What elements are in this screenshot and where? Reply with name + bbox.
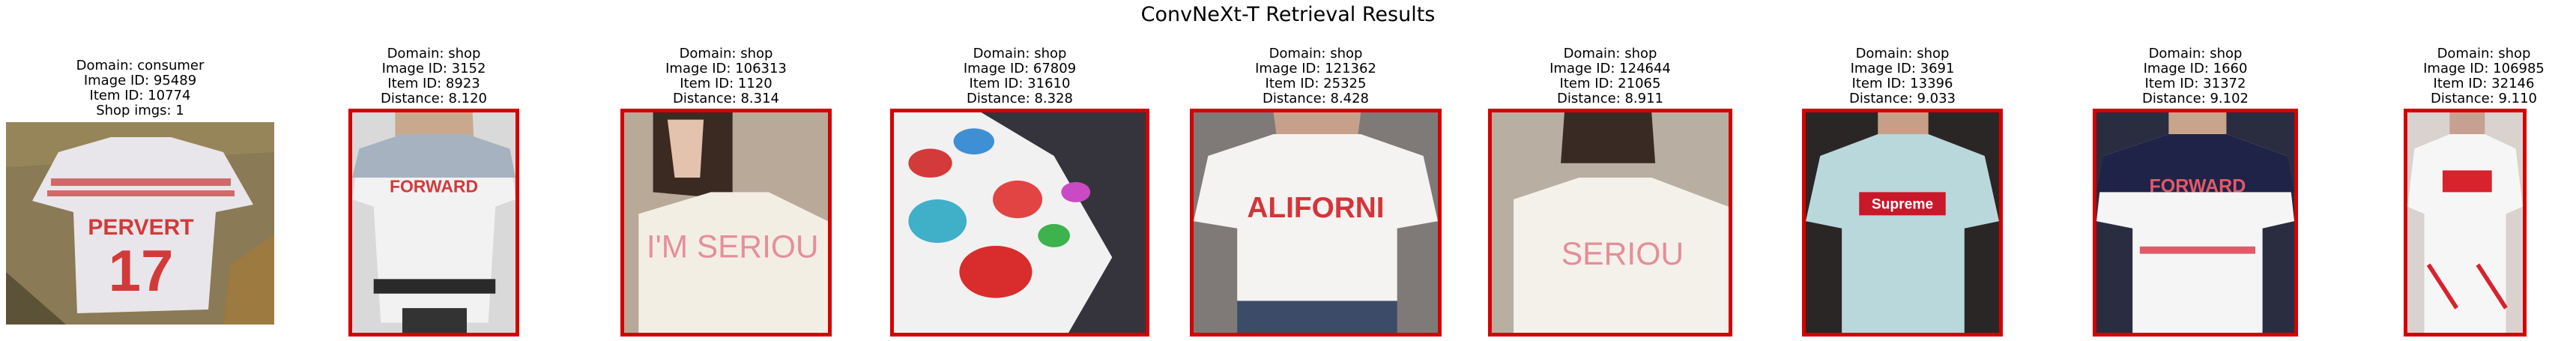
result-distance: Distance: 9.033 (1848, 91, 1956, 106)
result-image-id: Image ID: 3691 (1850, 61, 1955, 76)
result-image-id: Image ID: 106313 (665, 61, 787, 76)
result-image: Supreme (1802, 109, 2003, 337)
result-distance: Distance: 9.102 (2141, 91, 2249, 106)
result-image (890, 109, 1149, 337)
result-print-text: SERIOU (1561, 236, 1684, 272)
result-caption: Domain: shop Image ID: 106313 Item ID: 1… (619, 46, 833, 106)
result-item-id: Item ID: 25325 (1265, 76, 1367, 91)
result-domain: Domain: shop (1563, 46, 1657, 61)
result-domain: Domain: shop (973, 46, 1067, 61)
result-domain: Domain: shop (387, 46, 481, 61)
query-domain: Domain: consumer (76, 58, 205, 73)
result-distance: Distance: 8.911 (1556, 91, 1664, 106)
result-image-id: Image ID: 121362 (1255, 61, 1376, 76)
result-image-id: Image ID: 1660 (2143, 61, 2248, 76)
result-distance: Distance: 9.110 (2430, 91, 2538, 106)
result-panel: Domain: shop Image ID: 1660 Item ID: 313… (2092, 0, 2299, 341)
result-distance: Distance: 8.314 (672, 91, 780, 106)
result-print-text: ALIFORNI (1247, 192, 1384, 224)
result-print-text: FORWARD (2149, 175, 2246, 196)
result-image-id: Image ID: 106985 (2423, 61, 2545, 76)
result-panel: Domain: shop Image ID: 106313 Item ID: 1… (619, 0, 833, 341)
result-item-id: Item ID: 31610 (969, 76, 1071, 91)
result-domain: Domain: shop (2148, 46, 2243, 61)
result-item-id: Item ID: 13396 (1851, 76, 1953, 91)
result-print-text: I'M SERIOU (647, 229, 819, 265)
result-image-id: Image ID: 124644 (1549, 61, 1671, 76)
result-print-text: Supreme (1872, 197, 1934, 213)
result-image: FORWARD (348, 109, 519, 337)
result-caption: Domain: shop Image ID: 1660 Item ID: 313… (2092, 46, 2299, 106)
result-image: SERIOU (1488, 109, 1732, 337)
result-distance: Distance: 8.120 (380, 91, 488, 106)
result-caption: Domain: shop Image ID: 121362 Item ID: 2… (1188, 46, 1443, 106)
result-image: ALIFORNI (1190, 109, 1442, 337)
result-print-text: FORWARD (390, 176, 478, 196)
result-image-id: Image ID: 67809 (963, 61, 1077, 76)
result-caption: Domain: shop Image ID: 106985 Item ID: 3… (2398, 46, 2570, 106)
result-panel: Domain: shop Image ID: 121362 Item ID: 2… (1188, 0, 1443, 341)
result-image: FORWARD (2093, 109, 2298, 337)
result-image-id: Image ID: 3152 (381, 61, 486, 76)
query-item-id: Item ID: 10774 (89, 88, 191, 103)
result-domain: Domain: shop (1269, 46, 1363, 61)
query-image: PERVERT 17 (6, 122, 274, 325)
query-panel: Domain: consumer Image ID: 95489 Item ID… (6, 0, 274, 341)
result-image (2404, 109, 2527, 337)
result-item-id: Item ID: 8923 (387, 76, 480, 91)
query-image-id: Image ID: 95489 (83, 73, 197, 88)
result-image: I'M SERIOU (620, 109, 832, 337)
result-caption: Domain: shop Image ID: 124644 Item ID: 2… (1487, 46, 1734, 106)
result-caption: Domain: shop Image ID: 67809 Item ID: 31… (889, 46, 1151, 106)
result-panel: Domain: shop Image ID: 106985 Item ID: 3… (2398, 0, 2570, 341)
result-caption: Domain: shop Image ID: 3152 Item ID: 892… (348, 46, 520, 106)
result-panel: Domain: shop Image ID: 3152 Item ID: 892… (348, 0, 520, 341)
result-distance: Distance: 8.428 (1262, 91, 1370, 106)
result-distance: Distance: 8.328 (966, 91, 1074, 106)
result-caption: Domain: shop Image ID: 3691 Item ID: 133… (1801, 46, 2004, 106)
result-domain: Domain: shop (2437, 46, 2531, 61)
query-print-number: 17 (109, 238, 174, 304)
result-domain: Domain: shop (1855, 46, 1950, 61)
result-item-id: Item ID: 1120 (680, 76, 773, 91)
result-item-id: Item ID: 31372 (2144, 76, 2246, 91)
result-domain: Domain: shop (679, 46, 773, 61)
query-print-word: PERVERT (88, 215, 193, 240)
query-caption: Domain: consumer Image ID: 95489 Item ID… (6, 58, 274, 118)
result-item-id: Item ID: 21065 (1559, 76, 1661, 91)
result-panel: Domain: shop Image ID: 3691 Item ID: 133… (1801, 0, 2004, 341)
query-shop-imgs: Shop imgs: 1 (96, 103, 184, 118)
result-panel: Domain: shop Image ID: 67809 Item ID: 31… (889, 0, 1151, 341)
result-item-id: Item ID: 32146 (2433, 76, 2535, 91)
result-panel: Domain: shop Image ID: 124644 Item ID: 2… (1487, 0, 1734, 341)
